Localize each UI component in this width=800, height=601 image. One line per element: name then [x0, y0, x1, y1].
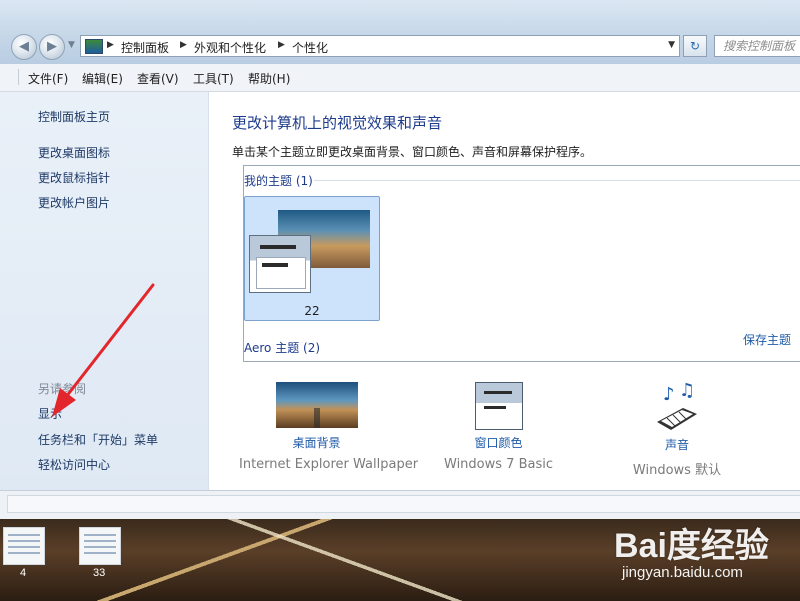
breadcrumb-separator-icon[interactable]: ▶	[107, 40, 114, 50]
address-dropdown-chevron-icon[interactable]: ▼	[668, 40, 675, 50]
page-description: 单击某个主题立即更改桌面背景、窗口颜色、声音和屏幕保护程序。	[232, 145, 593, 159]
desktop-file-thumbnail[interactable]	[3, 527, 45, 565]
window-color-option[interactable]: 窗口颜色 Windows 7 Basic	[441, 382, 556, 472]
refresh-icon: ↻	[689, 39, 701, 53]
see-also-heading: 另请参阅	[38, 382, 87, 396]
desktop-background-link[interactable]: 桌面背景	[239, 434, 394, 451]
window-color-link[interactable]: 窗口颜色	[441, 434, 556, 451]
back-arrow-icon: ◀	[19, 39, 29, 54]
menu-file[interactable]: 文件(F)	[28, 70, 68, 87]
window-title-area: ◀ ▶ ▼ ▶ 控制面板 ▶ 外观和个性化 ▶ 个性化 ▼ ↻ 搜索控制面板	[0, 0, 800, 64]
breadcrumb-separator-icon[interactable]: ▶	[180, 40, 187, 50]
breadcrumb-separator-icon[interactable]: ▶	[278, 40, 285, 50]
change-desktop-icons-link[interactable]: 更改桌面图标	[38, 144, 110, 161]
svg-text:♪: ♪	[663, 384, 675, 405]
desktop-background-icon	[275, 382, 358, 428]
refresh-button[interactable]: ↻	[683, 35, 707, 57]
menu-divider	[18, 69, 19, 85]
personalization-panel: 更改计算机上的视觉效果和声音 单击某个主题立即更改桌面背景、窗口颜色、声音和屏幕…	[209, 92, 800, 490]
desktop-background-option[interactable]: 桌面背景 Internet Explorer Wallpaper	[239, 382, 419, 472]
search-input[interactable]: 搜索控制面板	[714, 35, 800, 57]
desktop-file-thumbnail[interactable]	[79, 527, 121, 565]
change-mouse-pointer-link[interactable]: 更改鼠标指针	[38, 169, 110, 186]
desktop-background-value: Internet Explorer Wallpaper	[239, 457, 419, 472]
control-panel-window: ◀ ▶ ▼ ▶ 控制面板 ▶ 外观和个性化 ▶ 个性化 ▼ ↻ 搜索控制面板 文…	[0, 0, 800, 519]
breadcrumb-control-panel[interactable]: 控制面板	[121, 39, 169, 56]
status-bar	[0, 490, 800, 519]
breadcrumb-appearance[interactable]: 外观和个性化	[194, 39, 266, 56]
window-color-icon	[474, 382, 523, 430]
ease-of-access-link[interactable]: 轻松访问中心	[38, 456, 110, 473]
my-themes-group-title: 我的主题 (1)	[244, 174, 313, 188]
menu-view[interactable]: 查看(V)	[137, 70, 179, 87]
aero-themes-group-title[interactable]: Aero 主题 (2)	[244, 339, 320, 356]
baidu-watermark: Bai度经验 jingyan.baidu.com	[612, 512, 800, 597]
desktop-file-label: 4	[20, 567, 27, 579]
sounds-option[interactable]: ♪ ♫ 声音 Windows 默认	[627, 380, 727, 478]
theme-window-preview	[249, 235, 311, 293]
theme-list[interactable]: 我的主题 (1) 22 Aero 主题 (2)	[243, 165, 800, 362]
menu-edit[interactable]: 编辑(E)	[82, 70, 123, 87]
menu-bar: 文件(F) 编辑(E) 查看(V) 工具(T) 帮助(H)	[0, 64, 800, 92]
recent-pages-chevron-icon[interactable]: ▼	[68, 40, 75, 50]
theme-name: 22	[304, 304, 320, 318]
window-color-value: Windows 7 Basic	[444, 457, 553, 472]
breadcrumb-personalization[interactable]: 个性化	[292, 39, 328, 56]
forward-arrow-icon: ▶	[47, 39, 57, 54]
task-pane: 控制面板主页 更改桌面图标 更改鼠标指针 更改帐户图片 另请参阅 显示 任务栏和…	[0, 92, 209, 490]
sounds-value: Windows 默认	[632, 463, 722, 478]
watermark-url: jingyan.baidu.com	[622, 564, 743, 581]
menu-help[interactable]: 帮助(H)	[248, 70, 290, 87]
control-panel-home-link[interactable]: 控制面板主页	[38, 108, 110, 125]
desktop-file-label: 33	[93, 567, 106, 579]
theme-tile-22[interactable]: 22	[244, 196, 380, 321]
menu-tools[interactable]: 工具(T)	[193, 70, 234, 87]
change-account-picture-link[interactable]: 更改帐户图片	[38, 194, 110, 211]
page-title: 更改计算机上的视觉效果和声音	[232, 114, 443, 132]
control-panel-icon	[85, 39, 103, 54]
sounds-icon: ♪ ♫	[653, 380, 701, 432]
address-bar[interactable]: ▶ 控制面板 ▶ 外观和个性化 ▶ 个性化 ▼	[80, 35, 680, 57]
svg-text:♫: ♫	[679, 382, 695, 401]
back-button[interactable]: ◀	[11, 34, 37, 60]
sounds-link[interactable]: 声音	[627, 436, 727, 453]
group-divider	[314, 180, 800, 181]
watermark-logo: Bai度经验	[614, 527, 769, 565]
taskbar-start-menu-link[interactable]: 任务栏和「开始」菜单	[38, 431, 158, 448]
save-theme-link[interactable]: 保存主题	[743, 331, 791, 348]
forward-button[interactable]: ▶	[39, 34, 65, 60]
status-bar-field	[7, 495, 800, 513]
display-link[interactable]: 显示	[38, 405, 62, 422]
